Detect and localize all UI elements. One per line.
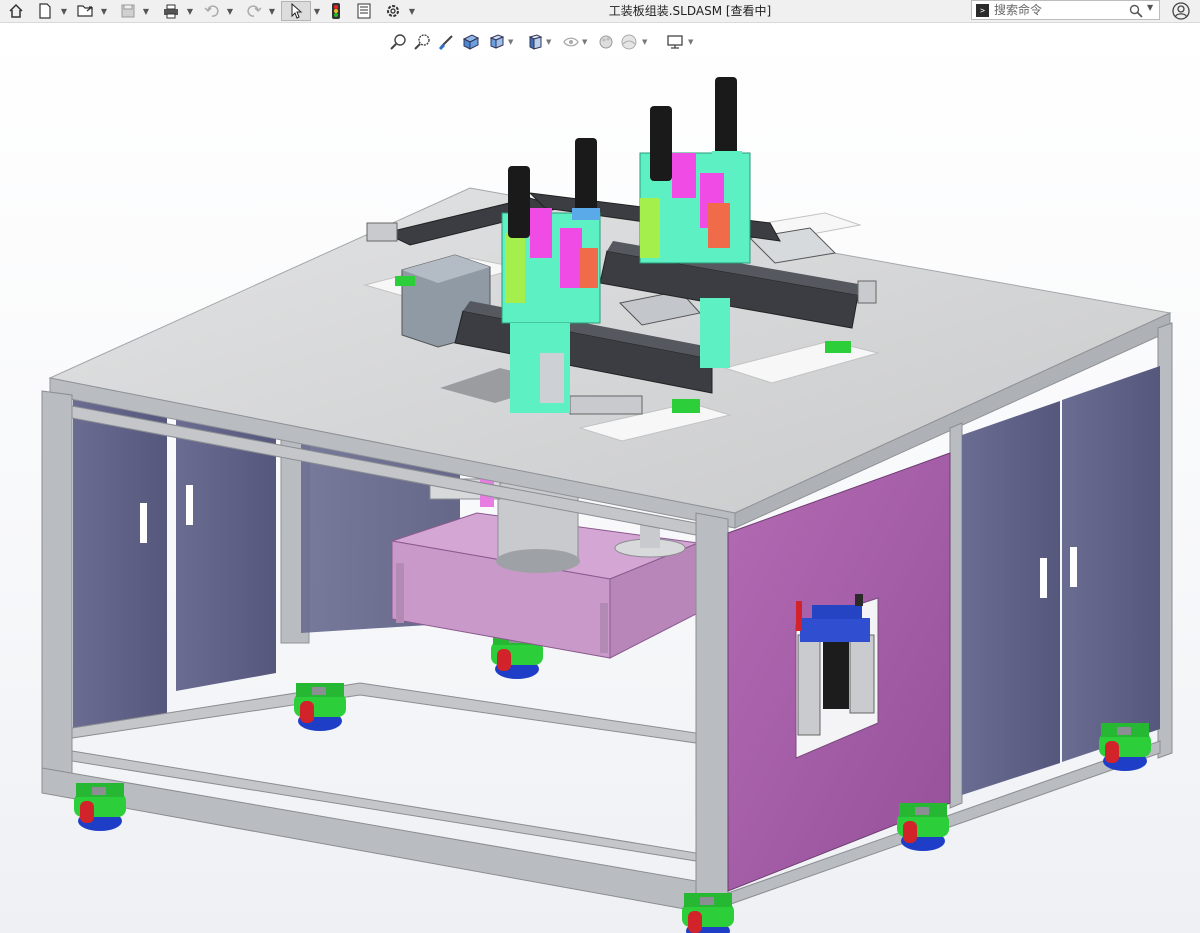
chevron-down-icon[interactable]: ▼ xyxy=(268,3,276,19)
open-folder-icon[interactable] xyxy=(76,2,96,20)
window-title: 工装板组装.SLDASM [查看中] xyxy=(608,4,772,18)
select-arrow-icon[interactable] xyxy=(281,1,311,21)
new-document-icon[interactable] xyxy=(36,2,54,20)
search-icon[interactable] xyxy=(1129,3,1143,22)
chevron-down-icon[interactable]: ▼ xyxy=(313,3,321,19)
search-box[interactable]: > ▼ xyxy=(971,0,1160,20)
caster xyxy=(1099,723,1151,771)
user-account-icon[interactable] xyxy=(1172,2,1190,24)
redo-icon[interactable] xyxy=(244,2,264,20)
caster xyxy=(682,893,734,933)
home-icon[interactable] xyxy=(6,2,26,20)
chevron-down-icon[interactable]: ▼ xyxy=(226,3,234,19)
hide-show-items-icon[interactable] xyxy=(562,33,580,51)
rebuild-traffic-light-icon[interactable] xyxy=(328,2,344,20)
save-icon[interactable] xyxy=(118,2,138,20)
search-input[interactable] xyxy=(994,1,1104,19)
zoom-to-fit-icon[interactable] xyxy=(390,33,408,51)
chevron-down-icon[interactable]: ▼ xyxy=(688,38,693,46)
chevron-down-icon[interactable]: ▼ xyxy=(60,3,68,19)
chevron-down-icon[interactable]: ▼ xyxy=(508,38,513,46)
chevron-down-icon[interactable]: ▼ xyxy=(582,38,587,46)
graphics-viewport[interactable] xyxy=(0,23,1200,933)
heads-up-view-toolbar: ▼ ▼ ▼ ▼ ▼ xyxy=(390,33,710,53)
chevron-down-icon[interactable]: ▼ xyxy=(186,3,194,19)
chevron-down-icon[interactable]: ▼ xyxy=(546,38,551,46)
caster xyxy=(74,783,126,831)
chevron-down-icon[interactable]: ▼ xyxy=(642,38,647,46)
section-view-icon[interactable] xyxy=(462,33,480,51)
undo-icon[interactable] xyxy=(202,2,222,20)
view-settings-icon[interactable] xyxy=(666,33,684,51)
edit-appearance-icon[interactable] xyxy=(598,33,616,51)
chevron-down-icon[interactable]: ▼ xyxy=(100,3,108,19)
print-icon[interactable] xyxy=(160,2,182,20)
chevron-down-icon[interactable]: ▼ xyxy=(408,3,416,19)
apply-scene-icon[interactable] xyxy=(620,33,638,51)
options-gear-icon[interactable] xyxy=(383,2,403,20)
zoom-to-area-icon[interactable] xyxy=(414,33,432,51)
previous-view-icon[interactable] xyxy=(438,33,456,51)
chevron-down-icon[interactable]: ▼ xyxy=(1147,3,1153,12)
command-prompt-icon: > xyxy=(976,4,989,17)
title-bar: ▼ ▼ ▼ ▼ ▼ ▼ ▼ ▼ 工装板组装.SLDASM [查看中] > ▼ xyxy=(0,0,1200,23)
caster xyxy=(897,803,949,851)
assembly-model xyxy=(41,77,1173,933)
display-style-icon[interactable] xyxy=(526,33,544,51)
caster xyxy=(294,683,346,731)
view-orientation-icon[interactable] xyxy=(488,33,506,51)
chevron-down-icon[interactable]: ▼ xyxy=(142,3,150,19)
file-properties-icon[interactable] xyxy=(354,2,374,20)
